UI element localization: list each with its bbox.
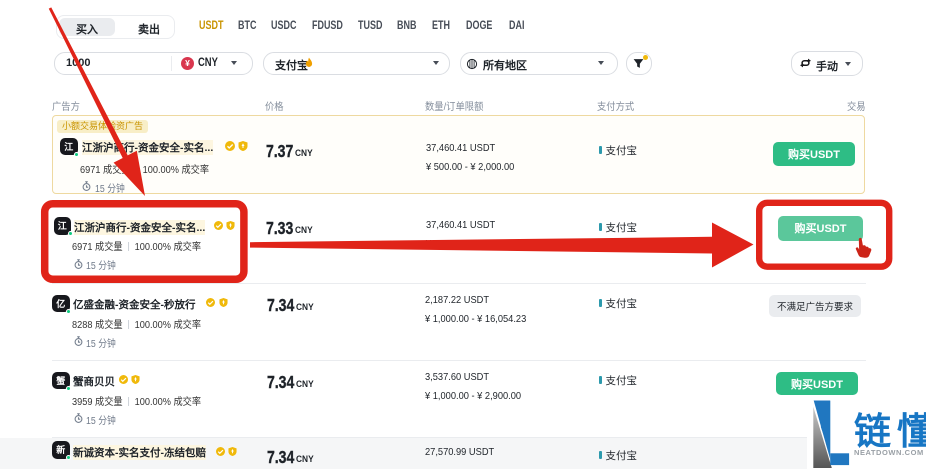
svg-text:链懂: 链懂 bbox=[854, 411, 926, 452]
svg-text:NEATDOWN.COM: NEATDOWN.COM bbox=[854, 448, 924, 457]
